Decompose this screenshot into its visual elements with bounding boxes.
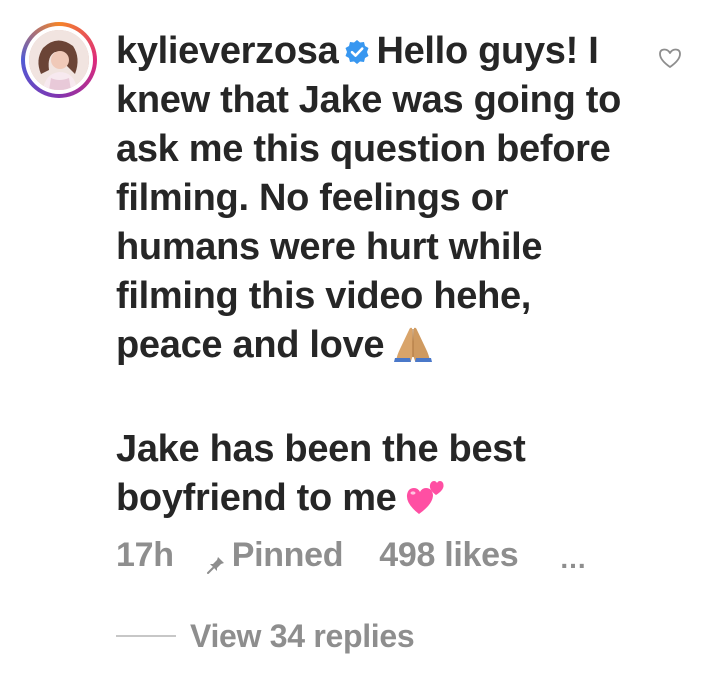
comment-paragraph-1: Hello guys! I knew that Jake was going t… xyxy=(116,30,622,366)
likes-count-link[interactable]: 498 likes xyxy=(379,536,518,575)
avatar-story-ring[interactable] xyxy=(21,22,97,98)
avatar[interactable] xyxy=(29,30,89,90)
pin-icon xyxy=(206,545,226,574)
like-comment-button[interactable] xyxy=(657,46,683,70)
folded-hands-emoji xyxy=(392,325,434,376)
comment-text: kylieverzosa Hello guys! I knew that Jak… xyxy=(116,27,636,529)
avatar-border xyxy=(25,26,93,94)
verified-badge-icon xyxy=(344,29,370,64)
two-hearts-emoji xyxy=(405,478,445,529)
pinned-indicator: Pinned xyxy=(206,536,344,575)
more-options-button[interactable]: ... xyxy=(560,543,586,575)
comment-paragraph-2: Jake has been the best boyfriend to me xyxy=(116,428,526,519)
avatar-photo-icon xyxy=(29,30,89,90)
comment-time[interactable]: 17h xyxy=(116,536,174,575)
heart-outline-icon xyxy=(659,48,681,68)
view-replies-button[interactable]: View 34 replies xyxy=(116,614,415,658)
username-link[interactable]: kylieverzosa xyxy=(116,30,339,72)
view-replies-label: View 34 replies xyxy=(190,617,415,654)
pinned-label: Pinned xyxy=(231,535,344,574)
comment: kylieverzosa Hello guys! I knew that Jak… xyxy=(0,0,720,686)
comment-meta: 17h Pinned 498 likes ... xyxy=(116,532,587,578)
replies-divider-line xyxy=(116,635,176,637)
